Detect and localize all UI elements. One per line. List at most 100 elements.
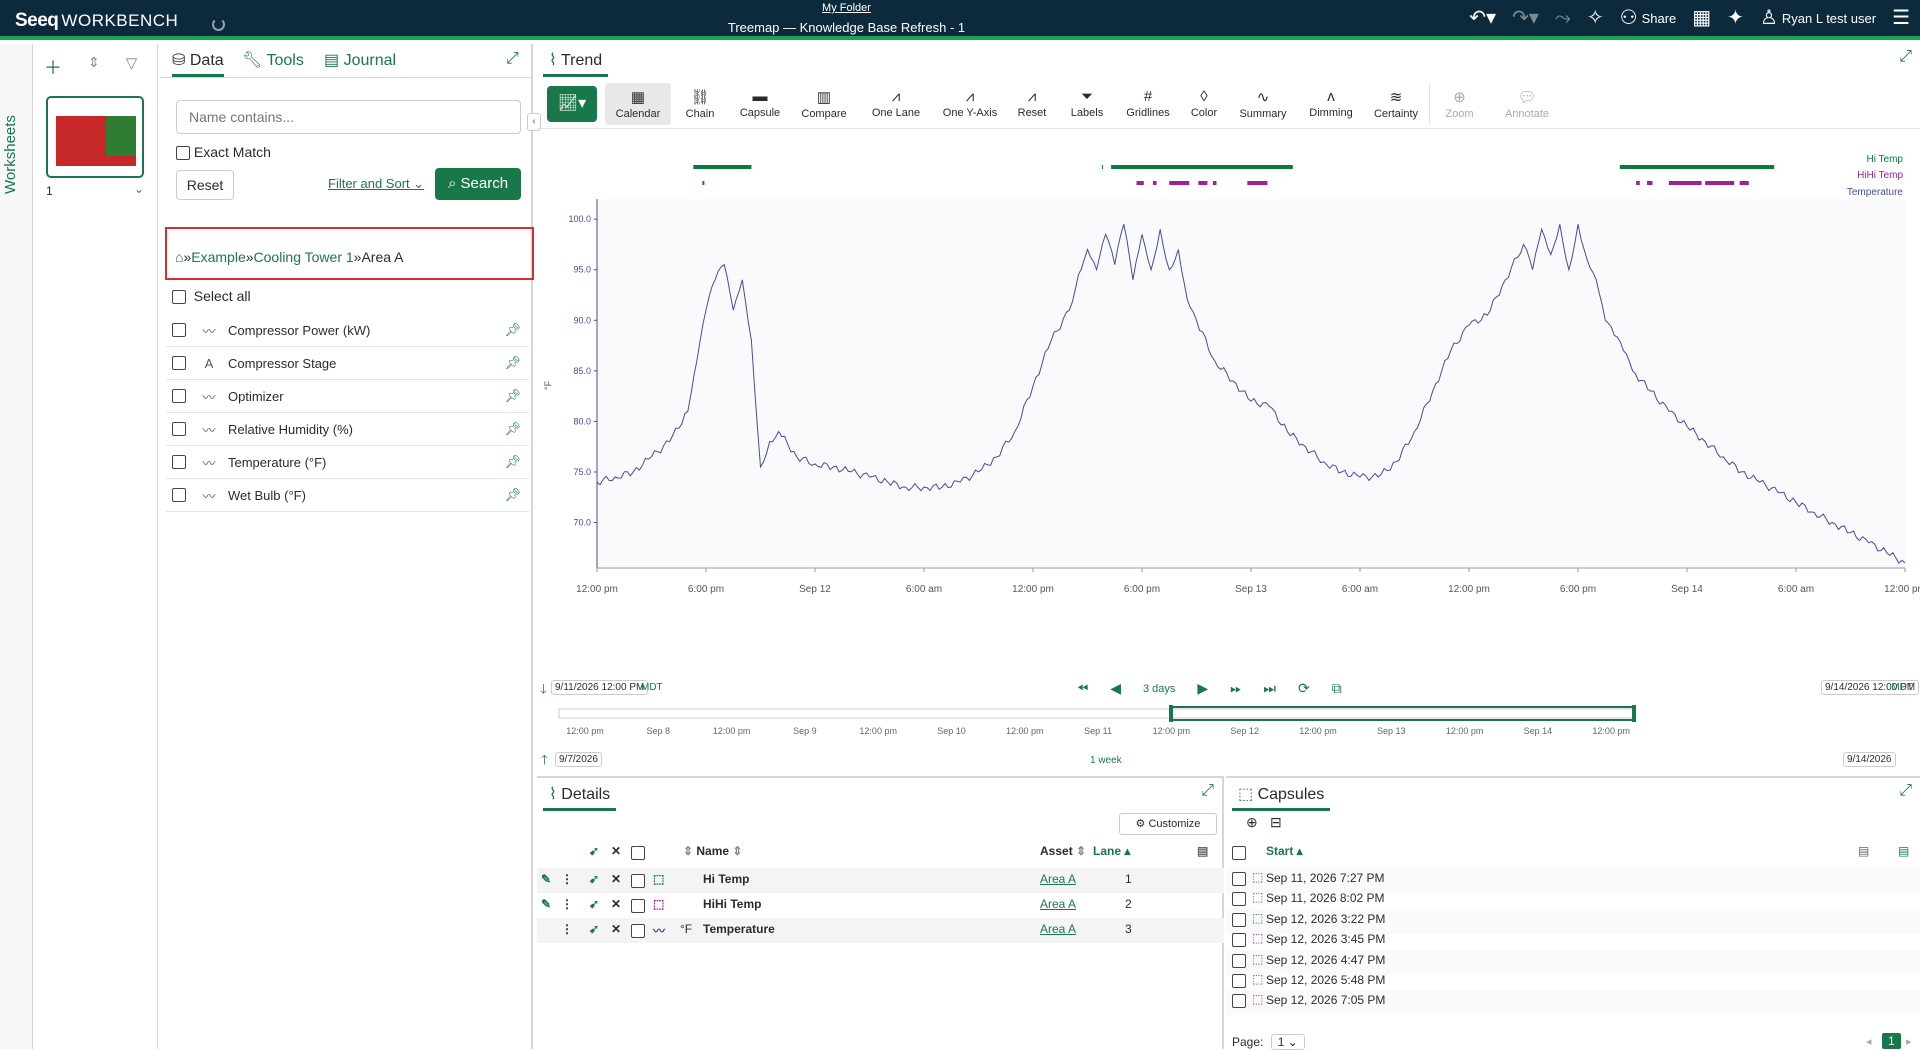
previous-page-icon[interactable]: ◂ (1866, 1035, 1872, 1048)
trend-chart[interactable]: Hi Temp HiHi Temp Temperature 100.0 95.0 90.0… (537, 134, 1920, 674)
tab-journal[interactable]: ▤ Journal (324, 50, 396, 70)
remove-icon[interactable]: ✕ (611, 922, 621, 936)
more-options-icon[interactable]: ⋮ (561, 872, 573, 886)
checkbox[interactable] (1232, 994, 1246, 1009)
more-options-icon[interactable]: ⋮ (561, 922, 573, 936)
overview-slider[interactable]: 12:00 pm Sep 8 12:00 pm Sep 9 12:00 pm Sep 10… (537, 704, 1920, 744)
sparkle-icon[interactable]: ✦ (1727, 8, 1744, 28)
reset-button[interactable]: Reset (176, 170, 234, 200)
jump-to-now-icon[interactable]: ⏭︎ (1263, 680, 1276, 697)
pin-icon[interactable]: 📌︎ (504, 322, 521, 338)
labels-button[interactable]: ⏷ Labels (1059, 83, 1115, 125)
table-row[interactable]: ✎ ⋮ ➹ ✕ ⬚ HiHi Temp Area A 2 (537, 893, 1224, 918)
step-forward-icon[interactable]: ▶ (1197, 680, 1208, 697)
rocket-icon[interactable]: ➹ (589, 844, 599, 858)
view-type-button[interactable]: 📈︎▾ (547, 85, 597, 122)
table-row[interactable]: ✎ ⋮ ➹ ✕ ⬚ Hi Temp Area A 1 (537, 868, 1224, 893)
investigate-end-date[interactable]: 9/14/2026 (1843, 752, 1896, 767)
checkbox[interactable] (1232, 953, 1246, 968)
list-item[interactable]: 〰 Temperature (°F) 📌︎ (166, 446, 529, 479)
list-item[interactable]: 〰 Compressor Power (kW) 📌︎ (166, 314, 529, 347)
capsule-row[interactable]: ⬚ Sep 12, 2026 7:05 PM (1226, 990, 1920, 1016)
gridlines-button[interactable]: # Gridlines (1115, 83, 1181, 125)
lightbulb-icon[interactable]: ✧ (1587, 8, 1604, 28)
checkbox[interactable] (172, 389, 186, 403)
investigate-duration[interactable]: 1 week (1090, 755, 1122, 766)
search-input[interactable] (176, 100, 521, 134)
worksheets-toggle[interactable]: Worksheets (2, 115, 19, 194)
more-options-icon[interactable]: ⋮ (561, 897, 573, 911)
checkbox[interactable] (172, 422, 186, 436)
rocket-icon[interactable]: ➹ (589, 872, 599, 886)
tab-data[interactable]: ⛁ Data (172, 50, 224, 77)
remove-all-icon[interactable]: ✕ (611, 844, 621, 858)
filter-icon[interactable]: ▽ (126, 54, 138, 80)
checkbox[interactable] (1232, 933, 1246, 948)
auto-update-icon[interactable]: ⧉ (1332, 680, 1342, 697)
color-button[interactable]: ◊ Color (1181, 83, 1227, 125)
workbook-title[interactable]: Treemap — Knowledge Base Refresh - 1 (0, 20, 1693, 35)
step-back-icon[interactable]: ◀ (1110, 680, 1121, 697)
start-column-header[interactable]: Start ▴ (1266, 844, 1303, 858)
checkbox[interactable] (172, 356, 186, 370)
checkbox[interactable] (172, 290, 186, 305)
checkbox[interactable] (1232, 845, 1246, 860)
list-item[interactable]: 〰 Optimizer 📌︎ (166, 380, 529, 413)
dimming-button[interactable]: ʌ Dimming (1299, 83, 1363, 125)
customize-button[interactable]: ⚙ Customize (1119, 813, 1217, 835)
pin-icon[interactable]: 📌︎ (504, 388, 521, 404)
chevron-down-icon[interactable]: ⌄ (134, 182, 144, 196)
zoom-button[interactable]: ⊕ Zoom (1429, 82, 1489, 125)
breadcrumb-cooling-tower[interactable]: Cooling Tower 1 (254, 249, 354, 265)
asset-link[interactable]: Area A (1040, 872, 1076, 886)
edit-icon[interactable]: ✎ (541, 872, 551, 886)
column-settings-icon[interactable]: ▤ (1858, 844, 1869, 858)
add-worksheet-icon[interactable]: ＋ (44, 54, 62, 80)
display-duration[interactable]: 3 days (1143, 683, 1175, 695)
checkbox[interactable] (631, 873, 645, 888)
list-item[interactable]: A Compressor Stage 📌︎ (166, 347, 529, 380)
investigate-start-date[interactable]: 9/7/2026 (555, 752, 602, 767)
timezone-label[interactable]: MDT (1891, 682, 1913, 693)
checkbox[interactable] (176, 146, 190, 161)
asset-link[interactable]: Area A (1040, 897, 1076, 911)
forward-icon[interactable]: ⤳ (1555, 8, 1571, 28)
hamburger-menu-icon[interactable]: ☰ (1892, 8, 1910, 28)
pin-icon[interactable]: 📌︎ (504, 355, 521, 371)
table-row[interactable]: ⋮ ➹ ✕ 〰 °F Temperature Area A 3 (537, 918, 1224, 943)
checkbox[interactable] (172, 488, 186, 502)
checkbox[interactable] (172, 323, 186, 337)
checkbox[interactable] (1232, 872, 1246, 886)
folder-link[interactable]: My Folder (0, 2, 1693, 14)
tab-capsules[interactable]: ⬚ Capsules (1232, 782, 1331, 811)
name-column-header[interactable]: ⇕ Name ⇕ (683, 844, 742, 858)
pin-icon[interactable]: 📌︎ (504, 421, 521, 437)
breadcrumb-example[interactable]: Example (191, 249, 245, 265)
capsule-settings-icon[interactable]: ▤ (1898, 844, 1909, 858)
expand-icon[interactable]: ⤢ (1899, 782, 1912, 800)
sort-icon[interactable]: ⇕ (88, 54, 100, 80)
share-button[interactable]: ⚇ Share (1620, 8, 1677, 28)
summary-button[interactable]: ∿ Summary (1227, 83, 1299, 125)
worksheet-thumbnail[interactable] (46, 96, 144, 178)
annotate-button[interactable]: 💬︎ Annotate (1489, 83, 1565, 125)
collapse-icon[interactable]: ⊟ (1270, 814, 1282, 831)
remove-icon[interactable]: ✕ (611, 872, 621, 886)
undo-icon[interactable]: ↶▾ (1469, 8, 1496, 28)
select-all[interactable]: Select all (172, 288, 251, 305)
timezone-label[interactable]: MDT (641, 682, 663, 693)
list-item[interactable]: 〰 Relative Humidity (%) 📌︎ (166, 413, 529, 446)
display-start-date[interactable]: 9/11/2026 12:00 PM (551, 680, 649, 695)
search-button[interactable]: ⌕ Search (435, 168, 521, 200)
tab-trend[interactable]: ⌇ Trend (543, 48, 609, 77)
pin-icon[interactable]: 📌︎ (504, 487, 521, 503)
asset-link[interactable]: Area A (1040, 922, 1076, 936)
tab-details[interactable]: ⌇ Details (543, 782, 617, 811)
checkbox[interactable] (172, 455, 186, 469)
column-settings-icon[interactable]: ▤ (1197, 844, 1208, 858)
certainty-button[interactable]: ≋ Certainty (1363, 83, 1429, 125)
rocket-icon[interactable]: ➹ (589, 922, 599, 936)
asset-column-header[interactable]: Asset ⇕ (1040, 844, 1086, 858)
expand-icon[interactable]: ⤢ (506, 50, 519, 68)
current-page[interactable]: 1 (1882, 1033, 1901, 1049)
